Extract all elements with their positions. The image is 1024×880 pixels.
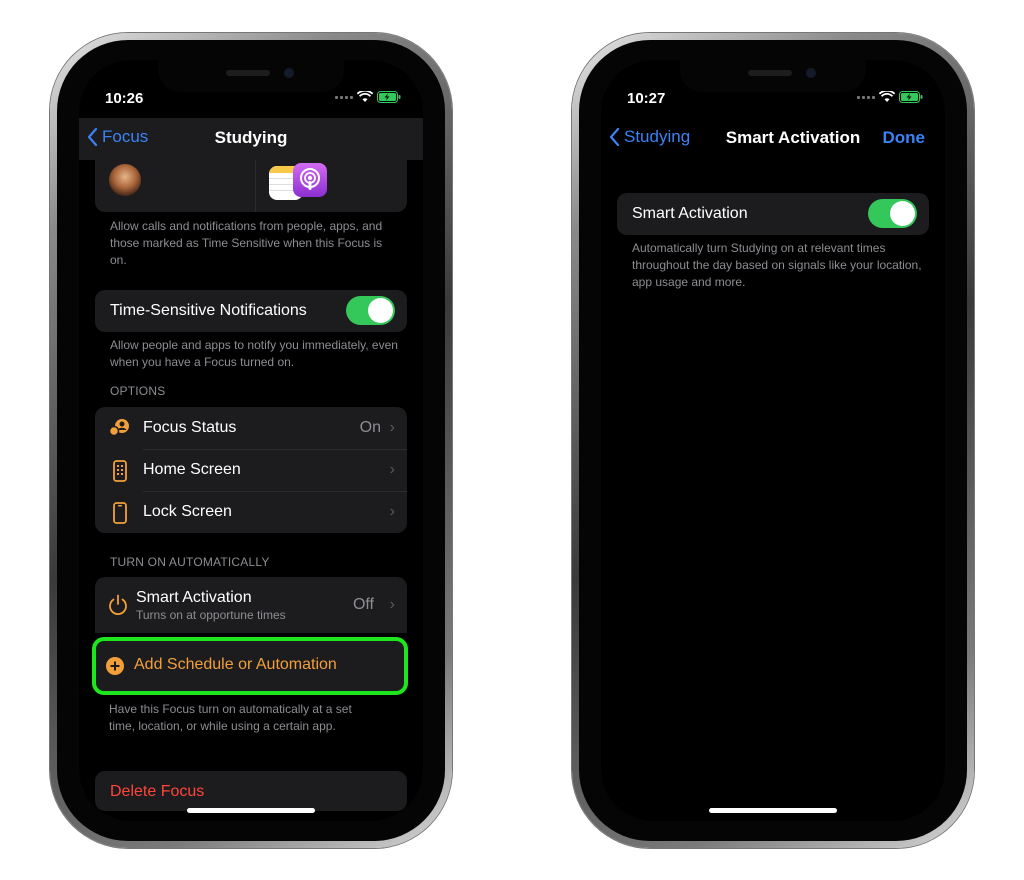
smart-activation-label: Smart Activation	[136, 589, 252, 606]
auto-footer: Have this Focus turn on automatically at…	[109, 702, 352, 733]
status-time: 10:27	[627, 90, 666, 107]
contact-avatar	[109, 164, 141, 196]
allowed-card[interactable]	[95, 160, 407, 212]
home-screen-label: Home Screen	[143, 461, 241, 478]
chevron-right-icon: ›	[389, 419, 395, 436]
delete-focus-label: Delete Focus	[110, 783, 205, 800]
focus-status-row[interactable]: Focus Status On ›	[95, 407, 407, 449]
smart-activation-footer: Automatically turn Studying on at releva…	[632, 241, 922, 289]
allow-footer: Allow calls and notifications from peopl…	[110, 219, 383, 267]
add-schedule-button[interactable]: Add Schedule or Automation	[92, 637, 408, 695]
chevron-right-icon: ›	[389, 461, 395, 478]
signal-icon	[335, 95, 353, 99]
time-sensitive-toggle[interactable]	[346, 296, 395, 325]
status-icons	[857, 91, 923, 103]
nav-bar: Focus Studying	[79, 118, 423, 160]
options-header: OPTIONS	[110, 384, 166, 398]
time-sensitive-footer: Allow people and apps to notify you imme…	[110, 338, 398, 369]
page-title: Studying	[214, 128, 288, 147]
smart-activation-label: Smart Activation	[632, 205, 748, 222]
home-indicator	[709, 808, 837, 813]
chevron-left-icon	[609, 128, 620, 146]
chevron-right-icon: ›	[389, 503, 395, 520]
smart-activation-value: Off	[352, 596, 374, 613]
options-group: Focus Status On › Home Screen › Lock Scr…	[95, 407, 407, 533]
right-phone-bezel: 10:27 Studying Smart Activation Done Sma…	[579, 40, 967, 841]
smart-activation-toggle[interactable]	[868, 199, 917, 228]
focus-status-icon	[109, 419, 129, 437]
home-indicator	[187, 808, 315, 813]
battery-charging-icon	[377, 91, 401, 103]
right-phone-frame: 10:27 Studying Smart Activation Done Sma…	[572, 33, 974, 848]
lock-screen-label: Lock Screen	[143, 503, 232, 520]
home-screen-row[interactable]: Home Screen ›	[95, 449, 407, 491]
battery-charging-icon	[899, 91, 923, 103]
smart-activation-subtitle: Turns on at opportune times	[136, 608, 286, 622]
home-screen-icon	[113, 460, 127, 482]
podcasts-app-icon	[293, 163, 327, 197]
lock-screen-row[interactable]: Lock Screen ›	[95, 491, 407, 533]
time-sensitive-row: Time-Sensitive Notifications	[95, 290, 407, 332]
wifi-icon	[879, 91, 895, 102]
done-button[interactable]: Done	[883, 128, 926, 148]
status-time: 10:26	[105, 90, 144, 107]
add-schedule-label: Add Schedule or Automation	[134, 656, 337, 673]
delete-focus-button[interactable]: Delete Focus	[95, 771, 407, 811]
smart-activation-row[interactable]: Smart Activation Turns on at opportune t…	[95, 577, 407, 633]
notch	[158, 60, 344, 92]
chevron-right-icon: ›	[389, 596, 395, 613]
left-phone-bezel: 10:26 Focus Studying Allow calls and not…	[57, 40, 445, 841]
notch	[680, 60, 866, 92]
power-icon	[109, 594, 127, 616]
plus-circle-icon	[106, 657, 124, 675]
left-phone-screen: 10:26 Focus Studying Allow calls and not…	[79, 60, 423, 821]
left-phone-frame: 10:26 Focus Studying Allow calls and not…	[50, 33, 452, 848]
focus-status-label: Focus Status	[143, 419, 237, 436]
smart-activation-toggle-row: Smart Activation	[617, 193, 929, 235]
signal-icon	[857, 95, 875, 99]
status-icons	[335, 91, 401, 103]
right-phone-screen: 10:27 Studying Smart Activation Done Sma…	[601, 60, 945, 821]
auto-header: TURN ON AUTOMATICALLY	[110, 555, 270, 569]
focus-status-value: On	[359, 419, 381, 436]
nav-bar: Studying Smart Activation Done	[601, 118, 945, 160]
time-sensitive-label: Time-Sensitive Notifications	[110, 302, 307, 319]
wifi-icon	[357, 91, 373, 102]
lock-screen-icon	[113, 502, 127, 524]
card-divider	[255, 160, 256, 212]
